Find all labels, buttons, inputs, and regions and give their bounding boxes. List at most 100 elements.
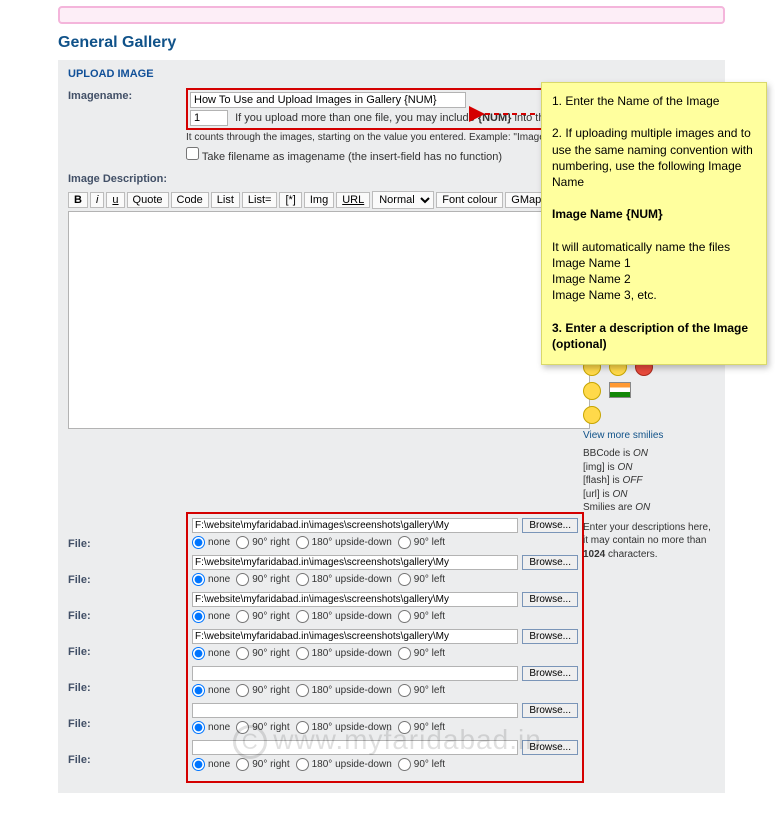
rotation-radio[interactable] <box>398 684 411 697</box>
browse-button[interactable]: Browse... <box>522 703 578 718</box>
rotation-radio[interactable] <box>398 647 411 660</box>
rotation-option[interactable]: 180° upside-down <box>296 684 392 697</box>
rotation-option[interactable]: 180° upside-down <box>296 647 392 660</box>
rotation-radio[interactable] <box>296 684 309 697</box>
btn-star[interactable]: [*] <box>279 192 301 208</box>
btn-list[interactable]: List <box>211 192 240 208</box>
side-panel: View more smilies BBCode is ON [img] is … <box>583 358 713 561</box>
rotation-option[interactable]: 90° right <box>236 721 289 734</box>
browse-button[interactable]: Browse... <box>522 740 578 755</box>
file-path-input[interactable] <box>192 740 518 755</box>
rotation-radio[interactable] <box>192 721 205 734</box>
file-path-input[interactable] <box>192 518 518 533</box>
description-textarea[interactable] <box>68 211 590 429</box>
rotation-radio[interactable] <box>296 573 309 586</box>
smiley-icon[interactable] <box>583 406 601 424</box>
btn-img[interactable]: Img <box>304 192 334 208</box>
btn-liste[interactable]: List= <box>242 192 278 208</box>
rotation-option[interactable]: 180° upside-down <box>296 721 392 734</box>
btn-quote[interactable]: Quote <box>127 192 169 208</box>
rotation-option[interactable]: none <box>192 721 230 734</box>
flag-india-icon[interactable] <box>609 382 631 398</box>
btn-url[interactable]: URL <box>336 192 370 208</box>
rotation-option[interactable]: none <box>192 758 230 771</box>
rotation-radio[interactable] <box>398 573 411 586</box>
rotation-option[interactable]: 180° upside-down <box>296 536 392 549</box>
rotation-option[interactable]: 90° right <box>236 758 289 771</box>
take-filename-row[interactable]: Take filename as imagename (the insert-f… <box>186 151 502 163</box>
rotation-radio[interactable] <box>296 536 309 549</box>
rotation-option[interactable]: 90° right <box>236 610 289 623</box>
browse-button[interactable]: Browse... <box>522 629 578 644</box>
rotation-radio[interactable] <box>398 721 411 734</box>
rotation-option[interactable]: 90° left <box>398 610 445 623</box>
rotation-radio[interactable] <box>236 647 249 660</box>
btn-bold[interactable]: B <box>68 192 88 208</box>
browse-button[interactable]: Browse... <box>522 555 578 570</box>
select-fontsize[interactable]: Normal <box>372 191 434 209</box>
rotation-option[interactable]: none <box>192 610 230 623</box>
btn-underline[interactable]: u <box>106 192 124 208</box>
smiley-icon[interactable] <box>583 382 601 400</box>
rotation-radio[interactable] <box>296 721 309 734</box>
label-description: Image Description: <box>68 171 186 185</box>
rotation-option[interactable]: 180° upside-down <box>296 610 392 623</box>
annotation-note: 1. Enter the Name of the Image 2. If upl… <box>541 82 767 365</box>
rotation-radio[interactable] <box>236 610 249 623</box>
rotation-radio[interactable] <box>296 647 309 660</box>
bbcode-info: BBCode is ON [img] is ON [flash] is OFF … <box>583 447 713 515</box>
btn-code[interactable]: Code <box>171 192 209 208</box>
btn-italic[interactable]: i <box>90 192 104 208</box>
btn-fontcolour[interactable]: Font colour <box>436 192 503 208</box>
rotation-option[interactable]: 90° right <box>236 536 289 549</box>
rotation-radio[interactable] <box>192 536 205 549</box>
file-path-input[interactable] <box>192 629 518 644</box>
browse-button[interactable]: Browse... <box>522 518 578 533</box>
label-file: File: <box>68 538 91 550</box>
label-file: File: <box>68 754 91 766</box>
rotation-option[interactable]: 90° left <box>398 758 445 771</box>
rotation-radio[interactable] <box>192 758 205 771</box>
label-file: File: <box>68 682 91 694</box>
rotation-radio[interactable] <box>296 758 309 771</box>
rotation-option[interactable]: 180° upside-down <box>296 758 392 771</box>
rotation-option[interactable]: 90° right <box>236 684 289 697</box>
rotation-option[interactable]: none <box>192 684 230 697</box>
rotation-radio[interactable] <box>192 573 205 586</box>
rotation-radio[interactable] <box>236 684 249 697</box>
file-path-input[interactable] <box>192 703 518 718</box>
rotation-radio[interactable] <box>296 610 309 623</box>
label-file: File: <box>68 718 91 730</box>
rotation-radio[interactable] <box>192 647 205 660</box>
rotation-option[interactable]: none <box>192 573 230 586</box>
rotation-option[interactable]: none <box>192 536 230 549</box>
rotation-option[interactable]: 90° left <box>398 684 445 697</box>
rotation-option[interactable]: 90° left <box>398 573 445 586</box>
browse-button[interactable]: Browse... <box>522 666 578 681</box>
view-more-smilies-link[interactable]: View more smilies <box>583 430 663 441</box>
file-path-input[interactable] <box>192 555 518 570</box>
rotation-option[interactable]: 90° right <box>236 573 289 586</box>
label-file: File: <box>68 574 91 586</box>
rotation-radio[interactable] <box>236 721 249 734</box>
file-path-input[interactable] <box>192 592 518 607</box>
file-path-input[interactable] <box>192 666 518 681</box>
rotation-radio[interactable] <box>236 758 249 771</box>
imagename-input[interactable] <box>190 92 466 108</box>
rotation-radio[interactable] <box>192 684 205 697</box>
rotation-radio[interactable] <box>236 536 249 549</box>
rotation-radio[interactable] <box>398 536 411 549</box>
rotation-option[interactable]: 90° left <box>398 647 445 660</box>
rotation-option[interactable]: 90° left <box>398 536 445 549</box>
rotation-radio[interactable] <box>192 610 205 623</box>
rotation-radio[interactable] <box>398 610 411 623</box>
imagename-start-input[interactable] <box>190 110 228 126</box>
rotation-option[interactable]: 180° upside-down <box>296 573 392 586</box>
rotation-option[interactable]: 90° left <box>398 721 445 734</box>
browse-button[interactable]: Browse... <box>522 592 578 607</box>
rotation-radio[interactable] <box>236 573 249 586</box>
rotation-option[interactable]: none <box>192 647 230 660</box>
take-filename-checkbox[interactable] <box>186 147 199 160</box>
rotation-radio[interactable] <box>398 758 411 771</box>
rotation-option[interactable]: 90° right <box>236 647 289 660</box>
